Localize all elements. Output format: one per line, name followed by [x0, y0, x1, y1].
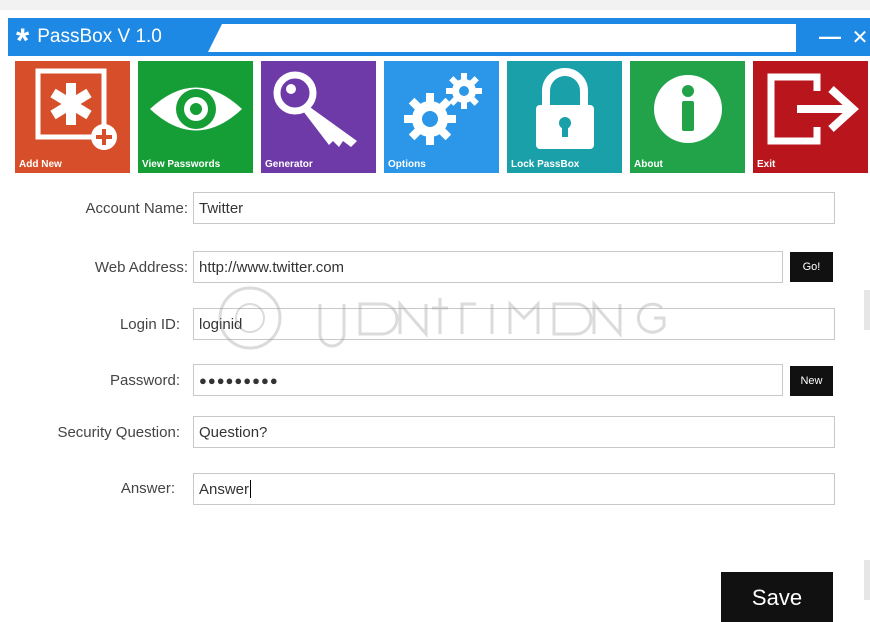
- answer-value: Answer: [199, 480, 250, 498]
- add-new-tile[interactable]: Add New: [15, 61, 130, 173]
- security-question-field[interactable]: Question?: [193, 416, 835, 448]
- go-button[interactable]: Go!: [790, 252, 833, 282]
- lock-passbox-label: Lock PassBox: [511, 159, 580, 170]
- gears-icon: [384, 67, 499, 151]
- about-label: About: [634, 159, 663, 170]
- exit-label: Exit: [757, 159, 776, 170]
- title-area: * PassBox V 1.0: [8, 18, 223, 60]
- right-edge-mark: [864, 290, 870, 330]
- minimize-button[interactable]: —: [816, 18, 844, 56]
- info-icon: [630, 67, 745, 151]
- login-id-field[interactable]: loginid: [193, 308, 835, 340]
- window-title: PassBox V 1.0: [37, 26, 162, 47]
- padlock-icon: [507, 67, 622, 151]
- generator-label: Generator: [265, 159, 313, 170]
- save-button[interactable]: Save: [721, 572, 833, 622]
- add-new-label: Add New: [19, 159, 62, 170]
- web-address-label: Web Address:: [94, 259, 188, 276]
- web-address-field[interactable]: http://www.twitter.com: [193, 251, 783, 283]
- account-name-field[interactable]: Twitter: [193, 192, 835, 224]
- account-name-label: Account Name:: [85, 200, 188, 217]
- right-edge-mark: [864, 560, 870, 600]
- options-label: Options: [388, 159, 426, 170]
- exit-icon: [753, 67, 868, 151]
- answer-field[interactable]: Answer: [193, 473, 835, 505]
- password-field[interactable]: ●●●●●●●●●: [193, 364, 783, 396]
- eye-icon: [138, 67, 253, 151]
- text-caret: [250, 480, 252, 498]
- view-passwords-tile[interactable]: View Passwords: [138, 61, 253, 173]
- login-id-label: Login ID:: [119, 316, 180, 333]
- asterisk-plus-icon: [15, 67, 130, 151]
- new-password-button[interactable]: New: [790, 366, 833, 396]
- exit-tile[interactable]: Exit: [753, 61, 868, 173]
- key-icon: [261, 67, 376, 151]
- asterisk-app-icon: *: [16, 22, 30, 60]
- security-question-label: Security Question:: [57, 424, 180, 441]
- view-passwords-label: View Passwords: [142, 159, 221, 170]
- generator-tile[interactable]: Generator: [261, 61, 376, 173]
- about-tile[interactable]: About: [630, 61, 745, 173]
- top-strip: [0, 0, 870, 10]
- title-bar: * PassBox V 1.0 — ✕: [8, 18, 870, 60]
- password-label: Password:: [109, 372, 180, 389]
- lock-passbox-tile[interactable]: Lock PassBox: [507, 61, 622, 173]
- toolbar-tiles: Add New View Passwords Generator Options…: [15, 61, 868, 175]
- answer-label: Answer:: [120, 480, 175, 497]
- close-button[interactable]: ✕: [846, 18, 870, 56]
- title-bar-blank-area: [208, 24, 796, 52]
- options-tile[interactable]: Options: [384, 61, 499, 173]
